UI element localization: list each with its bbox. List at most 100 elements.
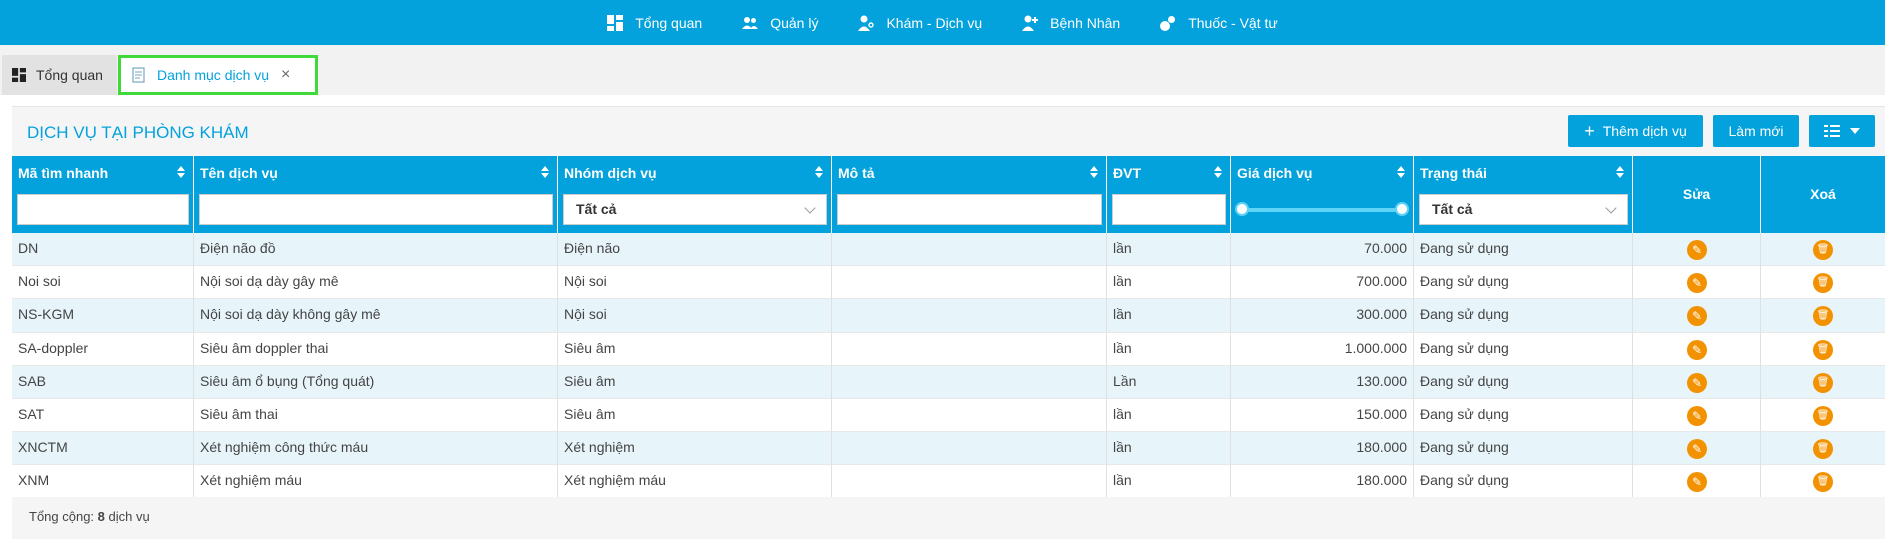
cell-price: 130.000	[1231, 365, 1414, 399]
sort-icon[interactable]	[1090, 165, 1098, 179]
trash-icon[interactable]: 🗑	[1813, 472, 1833, 493]
nav-item-medicine[interactable]: Thuốc - Vật tư	[1160, 15, 1278, 31]
edit-icon[interactable]: ✎	[1687, 339, 1707, 360]
cell-status: Đang sử dụng	[1414, 266, 1633, 300]
filter-group-select[interactable]: Tất cả	[563, 194, 827, 225]
cell-description	[832, 299, 1107, 333]
trash-icon[interactable]: 🗑	[1813, 240, 1833, 260]
filter-status-select[interactable]: Tất cả	[1419, 194, 1628, 225]
edit-icon[interactable]: ✎	[1687, 306, 1707, 327]
cell-delete: 🗑	[1761, 366, 1885, 399]
cell-edit: ✎	[1633, 332, 1761, 366]
slider-min-handle[interactable]	[1235, 202, 1249, 216]
trash-icon[interactable]: 🗑	[1813, 372, 1833, 393]
edit-icon[interactable]: ✎	[1687, 405, 1707, 426]
chevron-down-icon	[804, 202, 816, 214]
cell-description	[832, 365, 1107, 399]
filter-name-input[interactable]	[199, 194, 553, 225]
header-name: Tên dịch vụ	[194, 156, 558, 233]
edit-icon[interactable]: ✎	[1687, 240, 1707, 260]
cell-description	[832, 332, 1107, 366]
edit-icon[interactable]: ✎	[1687, 472, 1707, 493]
table-row: SAB Siêu âm ổ bụng (Tổng quát) Siêu âm Lần 1…	[12, 365, 1885, 399]
cell-delete: 🗑	[1761, 299, 1885, 332]
trash-icon[interactable]: 🗑	[1813, 439, 1833, 460]
nav-item-label: Tổng quan	[635, 14, 703, 31]
table-row: NS-KGM Nội soi dạ dày không gây mê Nội soi…	[12, 299, 1885, 333]
table-body: DN Điện não đồ Điện não lần 70.000 Đang sử dụ…	[12, 233, 1885, 499]
sort-icon[interactable]	[541, 165, 549, 179]
header-status: Trạng thái Tất cả	[1414, 156, 1633, 233]
table-row: Noi soi Nội soi dạ dày gây mê Nội soi lần 70…	[12, 266, 1885, 300]
table-row: DN Điện não đồ Điện não lần 70.000 Đang sử dụ…	[12, 233, 1885, 267]
sort-icon[interactable]	[1397, 165, 1405, 179]
cell-group: Xét nghiệm máu	[558, 465, 832, 499]
cell-code: Noi soi	[12, 266, 194, 300]
cell-description	[832, 266, 1107, 300]
tab-service-catalog[interactable]: Danh mục dịch vụ ×	[118, 55, 318, 95]
edit-icon[interactable]: ✎	[1687, 439, 1707, 460]
refresh-label: Làm mới	[1728, 123, 1784, 139]
nav-item-overview[interactable]: Tổng quan	[607, 14, 703, 31]
nav-item-patients[interactable]: Bệnh Nhân	[1022, 15, 1120, 31]
filter-description-input[interactable]	[837, 194, 1102, 225]
cell-status: Đang sử dụng	[1414, 398, 1633, 432]
users-icon	[742, 16, 759, 29]
cell-edit: ✎	[1633, 398, 1761, 432]
edit-icon[interactable]: ✎	[1687, 372, 1707, 393]
cell-delete: 🗑	[1761, 399, 1885, 432]
trash-icon[interactable]: 🗑	[1813, 273, 1833, 294]
page-title: DỊCH VỤ TẠI PHÒNG KHÁM	[27, 123, 249, 142]
filter-unit-input[interactable]	[1112, 194, 1226, 225]
trash-icon[interactable]: 🗑	[1813, 306, 1833, 327]
chevron-down-icon	[1605, 202, 1617, 214]
nav-item-services[interactable]: Khám - Dịch vụ	[858, 15, 982, 31]
cell-edit: ✎	[1633, 365, 1761, 399]
column-chooser-button[interactable]	[1809, 115, 1875, 147]
cell-delete: 🗑	[1761, 233, 1885, 266]
edit-icon[interactable]: ✎	[1687, 273, 1707, 294]
dashboard-icon	[607, 14, 624, 31]
cell-edit: ✎	[1633, 299, 1761, 333]
cell-unit: lần	[1107, 299, 1231, 333]
add-service-button[interactable]: + Thêm dịch vụ	[1568, 115, 1703, 147]
cell-name: Siêu âm doppler thai	[194, 332, 558, 366]
filter-status-value: Tất cả	[1432, 201, 1473, 217]
cell-name: Nội soi dạ dày không gây mê	[194, 299, 558, 333]
sort-icon[interactable]	[815, 165, 823, 179]
cell-status: Đang sử dụng	[1414, 233, 1633, 266]
nav-item-label: Quản lý	[770, 14, 819, 31]
total-number: 8	[97, 509, 105, 524]
plus-icon: +	[1584, 120, 1595, 141]
cell-status: Đang sử dụng	[1414, 465, 1633, 499]
tab-label: Tổng quan	[36, 67, 103, 83]
slider-max-handle[interactable]	[1395, 202, 1409, 216]
cell-code: SAB	[12, 365, 194, 399]
cell-code: XNCTM	[12, 432, 194, 466]
header-label: ĐVT	[1113, 165, 1141, 181]
cell-unit: lần	[1107, 266, 1231, 300]
cell-group: Điện não	[558, 233, 832, 266]
filter-code-input[interactable]	[17, 194, 189, 225]
cell-status: Đang sử dụng	[1414, 432, 1633, 466]
cell-group: Nội soi	[558, 266, 832, 300]
refresh-button[interactable]: Làm mới	[1713, 115, 1799, 147]
nav-item-label: Khám - Dịch vụ	[886, 14, 983, 31]
header-label: Sửa	[1682, 186, 1711, 202]
trash-icon[interactable]: 🗑	[1813, 339, 1833, 360]
cell-price: 150.000	[1231, 398, 1414, 432]
table-row: SAT Siêu âm thai Siêu âm lần 150.000 Đang sử …	[12, 398, 1885, 433]
sort-icon[interactable]	[177, 165, 185, 179]
sort-icon[interactable]	[1214, 165, 1222, 179]
tab-overview[interactable]: Tổng quan	[2, 55, 117, 95]
price-range-slider[interactable]	[1241, 208, 1401, 212]
close-icon[interactable]: ×	[281, 67, 295, 83]
sort-icon[interactable]	[1616, 165, 1624, 179]
nav-item-management[interactable]: Quản lý	[742, 15, 818, 31]
header-label: Trạng thái	[1420, 165, 1487, 181]
header-label: Xoá	[1810, 186, 1836, 202]
cell-edit: ✎	[1633, 465, 1761, 499]
trash-icon[interactable]: 🗑	[1813, 405, 1833, 426]
cell-name: Xét nghiệm máu	[194, 465, 558, 499]
dashboard-icon	[12, 68, 26, 82]
